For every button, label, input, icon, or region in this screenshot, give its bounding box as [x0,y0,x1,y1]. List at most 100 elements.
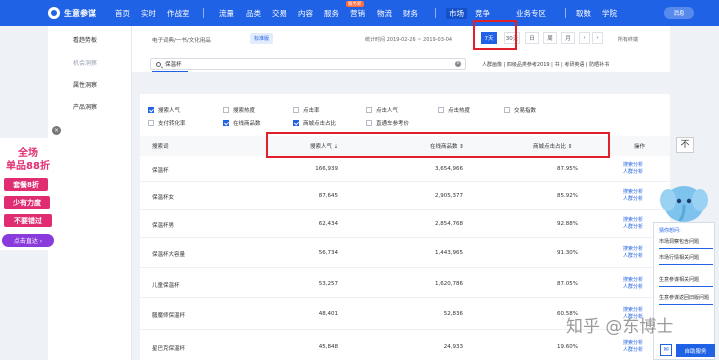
search-analysis-link[interactable]: 搜索分析 [623,246,643,253]
search-value: 保温杯 [165,62,182,68]
cell-term: 保温杯女 [152,195,175,201]
search-analysis-link[interactable]: 搜索分析 [623,277,643,284]
checkbox-checked-icon [223,120,229,126]
cell-online-items: 2,854,768 [435,221,463,227]
metric-click-rate[interactable]: 点击率 [293,106,320,114]
search-analysis-link[interactable]: 搜索分析 [623,340,643,347]
stat-time: 统计时间 2019-02-26 ~ 2019-03-04 [365,37,453,43]
terminal-select[interactable]: 所有终端 [618,36,638,43]
self-service-button[interactable]: 自助服务 [676,344,715,357]
metric-label: 点击热度 [448,108,471,114]
nav-item-home[interactable]: 首页 [115,8,130,19]
metric-search-heat[interactable]: 搜索热度 [223,106,255,114]
watermark: 知乎 @东博士 [566,317,674,337]
edition-tag[interactable]: 标准版 [250,33,274,44]
metric-label: 搜索人气 [158,108,181,114]
metric-pay-conversion[interactable]: 支付转化率 [148,119,186,127]
cell-popularity: 48,401 [318,311,338,317]
nav-item-service[interactable]: 服务 [324,8,339,19]
nav-divider [565,8,566,18]
crowd-analysis-link[interactable]: 人群分析 [623,196,643,203]
nav-divider [203,8,204,18]
ad-close-icon[interactable]: × [52,126,61,135]
nav-divider [435,8,436,18]
nav-item-category[interactable]: 品类 [246,8,261,19]
nav-item-warroom[interactable]: 作战室 [167,8,190,19]
ad-cta-button[interactable]: 点击直达 › [2,234,54,247]
category-breadcrumb[interactable]: 电子词典/一书/文化用品 [152,36,211,44]
nav-item-traffic[interactable]: 流量 [219,8,234,19]
nav-item-logistics[interactable]: 物流 [377,8,392,19]
cell-mall-ratio: 87.05% [557,281,578,287]
metric-label: 搜索热度 [233,108,256,114]
checkbox-icon [366,107,372,113]
faq-item[interactable]: 市场洞察包含问题 [659,239,713,249]
search-input[interactable]: 保温杯 × [150,58,466,70]
ad-pill-3: 不要错过 [4,214,52,227]
faq-item[interactable]: 生意参谋返回旧版问题 [659,295,713,305]
cell-term: 保温杯 [152,168,169,174]
chat-icon[interactable]: ✉ [660,344,672,356]
checkbox-icon [504,107,510,113]
crowd-analysis-link[interactable]: 人群分析 [623,253,643,260]
checkbox-icon [148,120,154,126]
nav-item-realtime[interactable]: 实时 [141,8,156,19]
nav-item-competition[interactable]: 竞争 [475,8,490,19]
sidebar-item-attribute[interactable]: 属性洞察 [73,80,97,89]
metric-click-heat[interactable]: 点击热度 [438,106,470,114]
brand-logo[interactable]: 生意参谋 [48,7,108,19]
search-analysis-link[interactable]: 搜索分析 [623,189,643,196]
faq-item[interactable]: 生意参谋相关问题 [659,277,713,287]
metric-search-popularity[interactable]: 搜索人气 [148,106,180,114]
metric-ztc-price[interactable]: 直通车参考价 [366,119,409,127]
nav-item-market[interactable]: 市场 [446,8,467,19]
nav-item-trade[interactable]: 交易 [272,8,287,19]
checkbox-icon [366,120,372,126]
sidebar-item-opportunity[interactable]: 机会洞察 [73,58,97,67]
period-month-button[interactable]: 月 [561,32,575,44]
crowd-analysis-link[interactable]: 人群分析 [623,169,643,176]
cell-mall-ratio: 92.88% [557,221,578,227]
clear-icon[interactable]: × [455,61,461,67]
faq-item[interactable]: 市场行情相关问题 [659,255,713,265]
nav-item-content[interactable]: 内容 [298,8,313,19]
crowd-analysis-link[interactable]: 人群分析 [623,347,643,354]
highlight-columns-box [266,132,610,158]
next-period-icon[interactable]: › [592,32,603,44]
metric-online-items[interactable]: 在线商品数 [223,119,261,127]
message-button[interactable]: 消息 [664,7,694,19]
sidebar-item-product[interactable]: 产品洞察 [73,102,97,111]
faq-panel: 猜你想问: 市场洞察包含问题 市场行情相关问题 生意参谋相关问题 生意参谋返回旧… [653,222,715,360]
metric-label: 直通车参考价 [376,121,410,127]
crowd-analysis-link[interactable]: 人群分析 [623,224,643,231]
prev-period-icon[interactable]: ‹ [579,32,590,44]
crowd-analysis-link[interactable]: 人群分析 [623,284,643,291]
cell-term: 保温杯男 [152,223,175,229]
nav-item-marketing[interactable]: 营销 [350,8,365,19]
faq-title: 猜你想问: [659,228,681,234]
search-analysis-link[interactable]: 搜索分析 [623,162,643,169]
promo-ad[interactable]: 全场 单品88折 套餐8折 少有力度 不要错过 点击直达 › [0,138,56,250]
period-day-button[interactable]: 日 [525,32,539,44]
nav-item-business-zone[interactable]: 业务专区 [516,8,546,19]
metric-mall-click-ratio[interactable]: 商城点击占比 [293,119,336,127]
cell-mall-ratio: 91.30% [557,250,578,256]
checkbox-checked-icon [148,107,154,113]
sidebar-item-trends[interactable]: 看趋势板 [73,35,97,44]
metric-click-popularity[interactable]: 点击人气 [366,106,398,114]
period-week-button[interactable]: 周 [543,32,557,44]
nav-item-data[interactable]: 取数 [576,8,591,19]
cell-popularity: 56,734 [318,250,338,256]
feedback-button[interactable]: 不 [676,137,694,153]
cell-term: 星巴克保温杯 [152,346,186,352]
metric-label: 商城点击占比 [303,121,337,127]
period-label: 周 [547,36,553,42]
cell-online-items: 24,933 [443,344,463,350]
cell-mall-ratio: 19.60% [557,344,578,350]
cell-mall-ratio: 85.92% [557,193,578,199]
nav-item-academy[interactable]: 学院 [602,8,617,19]
search-analysis-link[interactable]: 搜索分析 [623,217,643,224]
nav-item-finance[interactable]: 财务 [403,8,418,19]
related-searches[interactable]: 人群画像 | 四级品类参考2019 | 书 | 考研英语 | 防晒补书 [482,61,609,68]
metric-trade-index[interactable]: 交易指数 [504,106,536,114]
